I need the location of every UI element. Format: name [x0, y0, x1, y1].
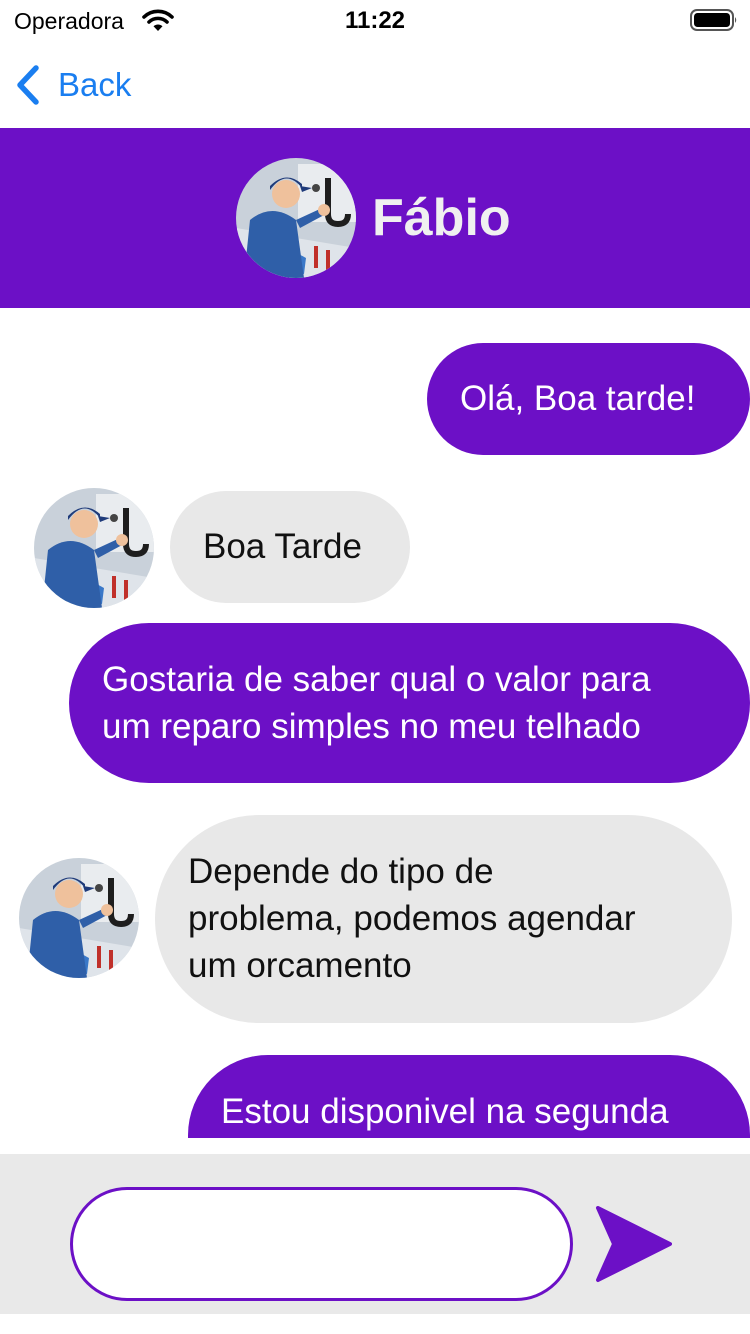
message-text-line: um orcamento — [188, 946, 412, 985]
message-input[interactable] — [70, 1187, 573, 1301]
chat-screen: Operadora 11:22 Back Fábio Olá, Boa tard… — [0, 0, 750, 1334]
chevron-left-icon — [17, 65, 39, 105]
message-text-line: um reparo simples no meu telhado — [102, 707, 641, 746]
battery-full-icon — [690, 9, 737, 31]
message-text: Olá, Boa tarde! — [460, 379, 696, 418]
message-text-line: Gostaria de saber qual o valor para — [102, 660, 651, 699]
sent-message-bubble: Estou disponivel na segunda — [188, 1055, 750, 1138]
status-bar: Operadora 11:22 — [0, 0, 750, 40]
message-text: Boa Tarde — [203, 527, 362, 566]
input-bar — [0, 1154, 750, 1314]
message-list[interactable]: Olá, Boa tarde! Boa Tarde Gostaria de sa… — [0, 308, 750, 1138]
back-label: Back — [58, 66, 132, 103]
home-indicator-area — [0, 1314, 750, 1334]
message-text-line: Depende do tipo de — [188, 852, 494, 891]
message-text: Estou disponivel na segunda — [221, 1092, 669, 1131]
contact-avatar — [34, 488, 154, 608]
sent-message-bubble: Olá, Boa tarde! — [427, 343, 750, 455]
chat-header: Fábio — [0, 128, 750, 308]
avatar-photo — [34, 488, 154, 608]
avatar-photo — [236, 158, 356, 278]
contact-name: Fábio — [372, 189, 511, 247]
contact-avatar[interactable] — [236, 158, 356, 278]
avatar-photo — [19, 858, 139, 978]
back-button[interactable]: Back — [14, 62, 131, 108]
navigation-bar: Back — [0, 40, 750, 128]
send-arrow-icon[interactable] — [594, 1206, 672, 1284]
clock: 11:22 — [344, 7, 406, 34]
received-message-bubble: Boa Tarde — [170, 491, 410, 603]
received-message-bubble: Depende do tipo de problema, podemos age… — [155, 815, 732, 1023]
sent-message-bubble: Gostaria de saber qual o valor para um r… — [69, 623, 750, 783]
contact-avatar — [19, 858, 139, 978]
message-text-line: problema, podemos agendar — [188, 899, 636, 938]
